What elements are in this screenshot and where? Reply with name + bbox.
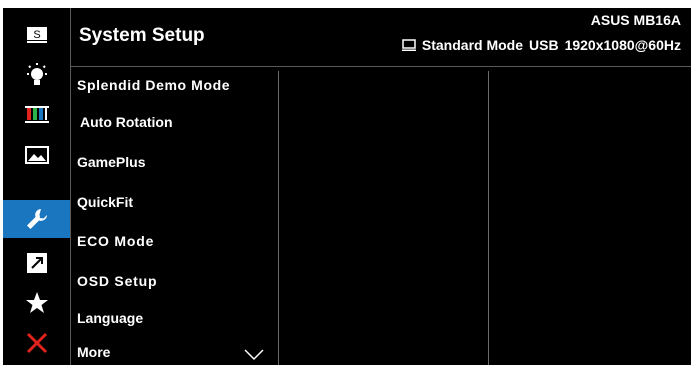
sidebar-item-image[interactable] [3, 136, 70, 174]
wrench-icon [26, 209, 47, 229]
svg-text:S: S [33, 29, 40, 41]
menu-item-more[interactable]: More [77, 344, 110, 360]
menu-item-splendid-demo-mode[interactable]: Splendid Demo Mode [77, 77, 230, 93]
sidebar-item-system-setup[interactable] [3, 200, 70, 238]
star-icon [25, 292, 48, 313]
sidebar-item-favorite[interactable] [3, 284, 70, 322]
column-divider [488, 71, 489, 365]
menu-item-gameplus[interactable]: GamePlus [77, 154, 145, 170]
input-label: USB [529, 37, 559, 53]
sidebar: S [3, 8, 71, 365]
menu-list: Splendid Demo Mode Auto Rotation GamePlu… [71, 67, 278, 365]
menu-item-osd-setup[interactable]: OSD Setup [77, 273, 157, 289]
color-bars-icon [24, 106, 49, 123]
osd-panel: S System Setup ASUS MB16A Standard Mode … [3, 8, 691, 365]
menu-item-auto-rotation[interactable]: Auto Rotation [80, 114, 173, 130]
sidebar-item-splendid[interactable]: S [3, 16, 70, 54]
sidebar-item-shortcut[interactable] [3, 244, 70, 282]
model-name: ASUS MB16A [590, 12, 681, 28]
column-divider [278, 71, 279, 365]
sidebar-item-exit[interactable] [3, 324, 70, 362]
chevron-down-icon[interactable] [244, 349, 264, 361]
menu-item-eco-mode[interactable]: ECO Mode [77, 233, 154, 249]
page-title: System Setup [79, 25, 205, 46]
image-icon [24, 146, 49, 164]
header: System Setup ASUS MB16A Standard Mode US… [71, 8, 691, 67]
menu-item-quickfit[interactable]: QuickFit [77, 194, 133, 210]
resolution-label: 1920x1080@60Hz [564, 37, 681, 53]
splendid-s-icon: S [26, 27, 47, 43]
status-bar: Standard Mode USB 1920x1080@60Hz [401, 37, 681, 53]
blue-light-filter-icon [26, 63, 47, 85]
shortcut-arrow-icon [26, 253, 47, 273]
sidebar-item-blue-light[interactable] [3, 56, 70, 94]
menu-item-language[interactable]: Language [77, 310, 143, 326]
sidebar-item-color[interactable] [3, 96, 70, 134]
close-x-icon [26, 332, 47, 354]
mode-label: Standard Mode [421, 37, 524, 53]
monitor-icon [401, 38, 416, 51]
